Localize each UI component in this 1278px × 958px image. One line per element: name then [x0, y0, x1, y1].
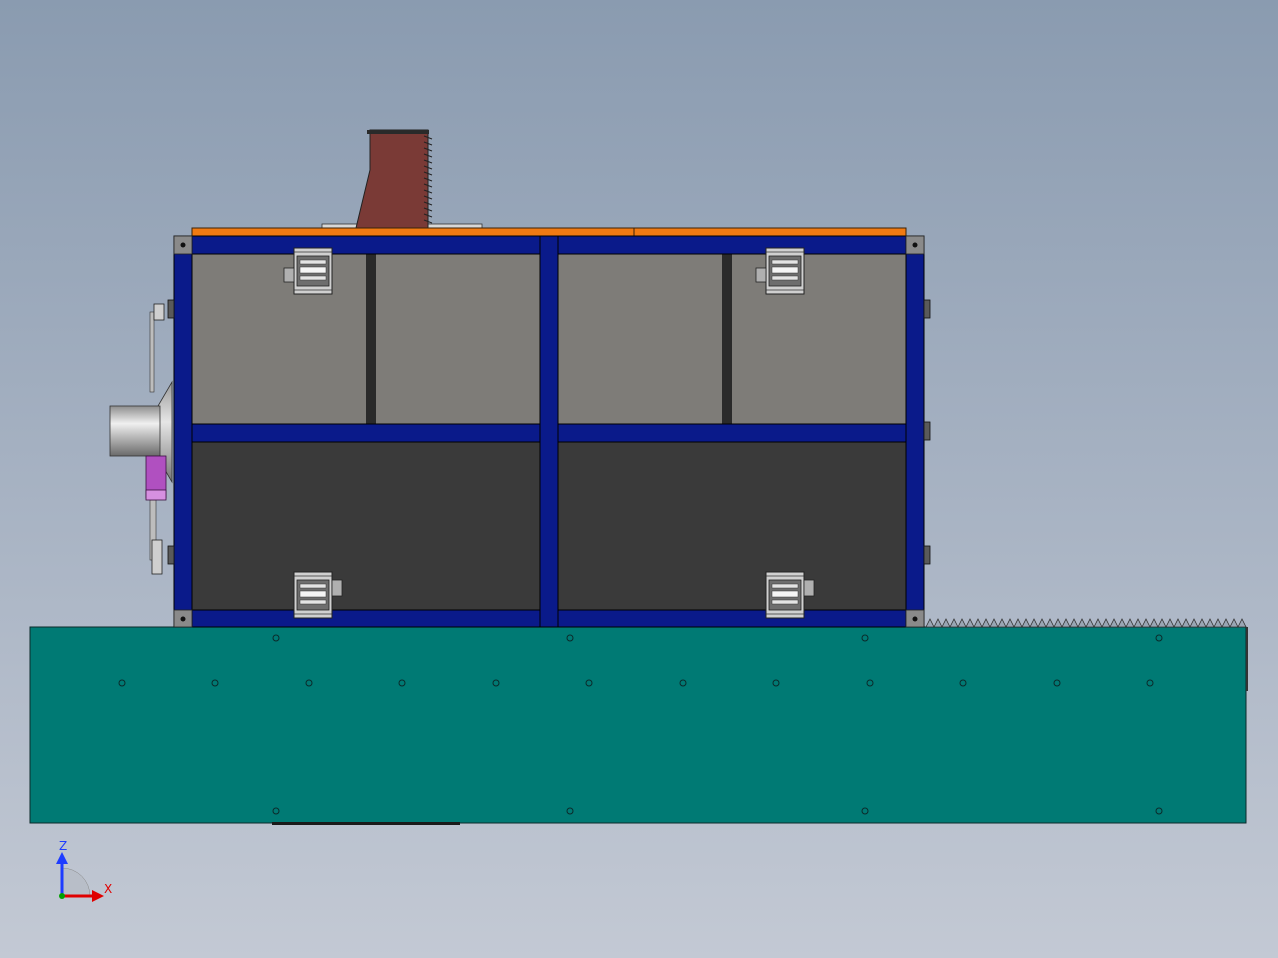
panel-upper-right[interactable] — [557, 253, 907, 425]
base-plate[interactable] — [29, 626, 1248, 825]
hopper-chute[interactable] — [321, 129, 483, 231]
cad-viewport[interactable]: Z X — [0, 0, 1278, 958]
panel-lower-left[interactable] — [191, 441, 541, 611]
panel-lower-right[interactable] — [557, 441, 907, 611]
motor-cylinder[interactable] — [145, 455, 167, 501]
axis-triad-icon: Z X — [56, 839, 112, 902]
serrated-strip — [925, 618, 1247, 628]
triad-x-label: X — [104, 882, 112, 896]
triad-z-label: Z — [59, 839, 67, 853]
panel-upper-left[interactable] — [191, 253, 541, 425]
top-plate[interactable] — [191, 227, 907, 237]
